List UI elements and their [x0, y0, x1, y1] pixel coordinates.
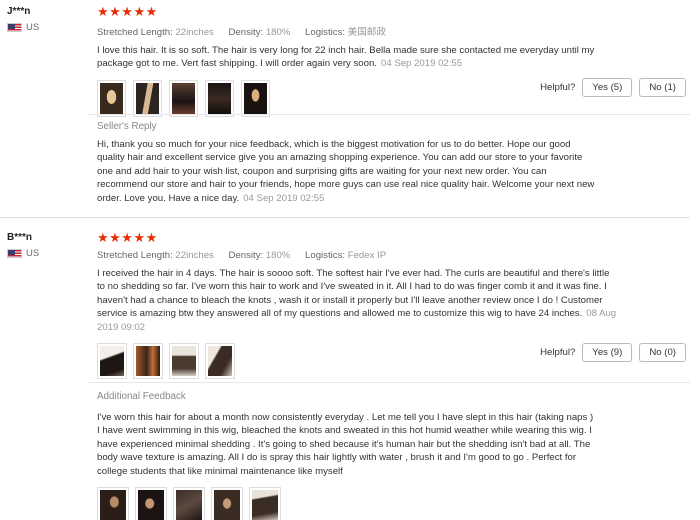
- density-value: 180%: [265, 27, 291, 38]
- stretched-length-label: Stretched Length:: [97, 250, 173, 261]
- review-item: B***n US ★★★★★ Stretched Length: 22inche…: [0, 226, 690, 520]
- review-text: I received the hair in 4 days. The hair …: [97, 268, 610, 320]
- review-photo[interactable]: [205, 79, 234, 117]
- review-photo[interactable]: [135, 487, 167, 520]
- divider: [88, 382, 690, 383]
- review-divider: [0, 217, 690, 218]
- review-specs: Stretched Length: 22inches Density: 180%…: [97, 250, 687, 261]
- helpful-yes-button[interactable]: Yes (5): [582, 78, 633, 97]
- us-flag-icon: [7, 249, 22, 258]
- helpful-voting: Helpful? Yes (5) No (1): [540, 78, 686, 97]
- stretched-length-label: Stretched Length:: [97, 27, 173, 38]
- additional-feedback-text: I've worn this hair for about a month no…: [97, 412, 594, 477]
- density-value: 180%: [265, 250, 291, 261]
- review-photo[interactable]: [211, 487, 243, 520]
- helpful-label: Helpful?: [540, 347, 576, 358]
- reviewer-name: B***n: [7, 232, 33, 243]
- logistics-label: Logistics:: [305, 27, 346, 38]
- reviewer-country: US: [7, 22, 39, 33]
- review-photo[interactable]: [249, 487, 281, 520]
- review-photo[interactable]: [241, 79, 270, 117]
- review-photo[interactable]: [169, 343, 199, 380]
- seller-reply-text: Hi, thank you so much for your nice feed…: [97, 139, 595, 204]
- review-specs: Stretched Length: 22inches Density: 180%…: [97, 24, 687, 38]
- helpful-voting: Helpful? Yes (9) No (0): [540, 343, 686, 362]
- review-photo[interactable]: [133, 79, 162, 117]
- helpful-no-button[interactable]: No (1): [639, 78, 686, 97]
- helpful-yes-button[interactable]: Yes (9): [582, 343, 633, 362]
- logistics-value: Fedex IP: [347, 250, 387, 261]
- country-code: US: [26, 22, 40, 33]
- logistics-label: Logistics:: [305, 250, 346, 261]
- logistics-value: 美国邮政: [347, 27, 387, 38]
- review-photo[interactable]: [97, 487, 129, 520]
- seller-reply: Seller's Reply Hi, thank you so much for…: [97, 121, 687, 205]
- seller-reply-date: 04 Sep 2019 02:55: [243, 192, 325, 204]
- divider: [88, 114, 690, 115]
- stretched-length-value: 22inches: [175, 27, 214, 38]
- seller-reply-text-wrap: Hi, thank you so much for your nice feed…: [97, 138, 597, 205]
- review-item: J***n US ★★★★★ Stretched Length: 22inche…: [0, 0, 690, 215]
- review-photo[interactable]: [133, 343, 163, 380]
- helpful-label: Helpful?: [540, 82, 576, 93]
- density-label: Density:: [228, 250, 264, 261]
- reviewer-name: J***n: [7, 6, 31, 17]
- review-text: I love this hair. It is so soft. The hai…: [97, 45, 595, 70]
- review-date: 04 Sep 2019 02:55: [380, 58, 463, 70]
- review-text-wrap: I love this hair. It is so soft. The hai…: [97, 44, 617, 71]
- review-content: ★★★★★ Stretched Length: 22inches Density…: [97, 5, 687, 117]
- us-flag-icon: [7, 23, 22, 32]
- review-photo[interactable]: [169, 79, 198, 117]
- review-text-wrap: I received the hair in 4 days. The hair …: [97, 267, 617, 334]
- stretched-length-value: 22inches: [175, 250, 214, 261]
- additional-photos: [97, 487, 687, 520]
- star-rating: ★★★★★: [97, 4, 158, 19]
- review-photo[interactable]: [173, 487, 205, 520]
- country-code: US: [26, 248, 40, 259]
- density-label: Density:: [228, 27, 264, 38]
- helpful-no-button[interactable]: No (0): [639, 343, 686, 362]
- review-photo[interactable]: [97, 79, 126, 117]
- review-photo[interactable]: [97, 343, 127, 380]
- additional-feedback-title: Additional Feedback: [97, 391, 186, 402]
- review-photo[interactable]: [205, 343, 235, 380]
- star-rating: ★★★★★: [97, 230, 158, 245]
- seller-reply-title: Seller's Reply: [97, 121, 157, 132]
- additional-feedback: Additional Feedback I've worn this hair …: [97, 391, 687, 520]
- reviewer-country: US: [7, 248, 39, 259]
